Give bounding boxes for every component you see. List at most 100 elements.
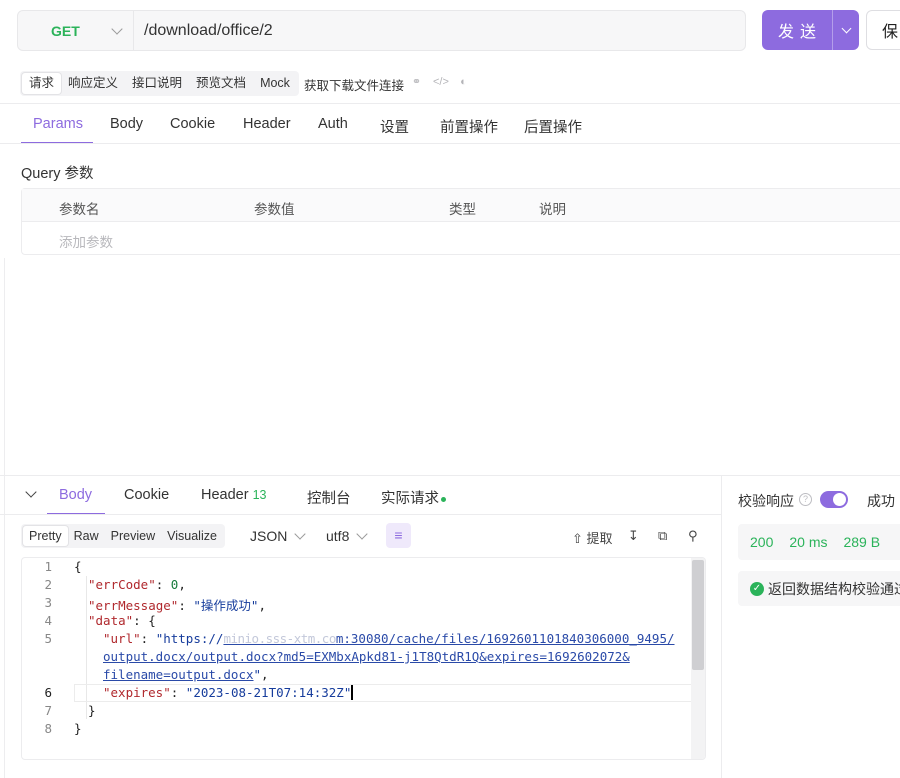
- request-url-bar: GET /download/office/2: [17, 10, 746, 51]
- scrollbar-thumb[interactable]: [692, 560, 704, 670]
- line-number: 5: [44, 631, 52, 646]
- tab-request[interactable]: 请求: [22, 73, 62, 94]
- response-time: 20 ms: [789, 534, 828, 550]
- json-key: "expires": [103, 685, 171, 700]
- tab-pre-operations[interactable]: 前置操作: [440, 116, 498, 137]
- validation-status: 成功: [867, 493, 895, 509]
- format-tabs: Pretty Raw Preview Visualize: [21, 524, 225, 548]
- header-count-badge: 13: [252, 488, 267, 502]
- json-key: "url": [103, 631, 141, 646]
- code-line: }: [74, 721, 82, 736]
- add-param-input[interactable]: 添加参数: [59, 231, 113, 251]
- json-key: "errCode": [88, 577, 156, 592]
- text-caret: [351, 685, 353, 700]
- column-header-name: 参数名: [59, 202, 100, 217]
- status-code: 200: [750, 534, 774, 550]
- encoding-select[interactable]: utf8: [326, 528, 369, 544]
- response-tab-body[interactable]: Body: [59, 487, 92, 503]
- check-circle-icon: ✓: [750, 581, 764, 596]
- save-button[interactable]: 保: [866, 10, 900, 50]
- tab-preview-doc[interactable]: 预览文档: [189, 73, 253, 94]
- json-string: "操作成功": [193, 598, 259, 613]
- doc-tabs: 请求 响应定义 接口说明 预览文档 Mock: [20, 71, 299, 96]
- api-name[interactable]: 获取下载文件连接: [304, 75, 404, 94]
- response-tab-cookie[interactable]: Cookie: [124, 487, 169, 503]
- copy-icon[interactable]: ⧉: [658, 528, 667, 544]
- help-icon[interactable]: ?: [799, 493, 812, 506]
- response-size: 289 B: [843, 534, 881, 550]
- response-tab-actual-request[interactable]: 实际请求: [381, 487, 446, 508]
- format-tab-raw[interactable]: Raw: [68, 526, 105, 546]
- word-wrap-icon[interactable]: ≡: [386, 523, 411, 548]
- json-number: 0: [170, 577, 179, 592]
- query-params-title: Query 参数: [21, 166, 94, 182]
- tab-auth[interactable]: Auth: [318, 116, 348, 132]
- send-button-group: 发送: [762, 10, 859, 50]
- code-line: output.docx/output.docx?md5=EXMbxApkd81-…: [103, 649, 630, 664]
- validate-response-label: 校验响应: [738, 493, 794, 509]
- extract-label: 提取: [586, 531, 613, 546]
- extract-button[interactable]: ⇧ 提取: [572, 528, 613, 547]
- line-number: 2: [44, 577, 52, 592]
- table-header: 参数名 参数值 类型 说明: [22, 189, 900, 222]
- extract-icon: ⇧: [572, 531, 583, 546]
- json-key: "errMessage": [88, 598, 179, 613]
- divider: [0, 143, 900, 144]
- response-tab-console[interactable]: 控制台: [307, 487, 351, 508]
- url-prefix: "https://: [155, 631, 224, 646]
- validation-message: 返回数据结构校验通过: [768, 580, 900, 597]
- method-select[interactable]: GET: [18, 11, 134, 50]
- status-dot-icon: [441, 496, 446, 502]
- tab-api-description[interactable]: 接口说明: [125, 73, 189, 94]
- tab-response-definition[interactable]: 响应定义: [61, 73, 125, 94]
- collapse-chevron-icon[interactable]: [25, 486, 37, 498]
- method-label: GET: [51, 22, 80, 39]
- history-icon[interactable]: ◐: [457, 76, 470, 89]
- format-tab-preview[interactable]: Preview: [105, 526, 161, 546]
- divider: [4, 258, 5, 778]
- url-line-3[interactable]: filename=output.docx: [103, 667, 254, 682]
- validate-toggle[interactable]: [820, 491, 848, 508]
- tab-body[interactable]: Body: [110, 116, 143, 132]
- code-line: }: [88, 703, 96, 718]
- code-icon[interactable]: </>: [433, 76, 449, 89]
- send-button[interactable]: 发送: [762, 18, 832, 42]
- toggle-knob: [833, 493, 846, 506]
- url-line-2[interactable]: output.docx/output.docx?md5=EXMbxApkd81-…: [103, 649, 630, 664]
- line-number: 3: [44, 595, 52, 610]
- format-tab-pretty[interactable]: Pretty: [23, 526, 68, 546]
- response-stats: 200 20 ms 289 B: [738, 524, 900, 560]
- scrollbar[interactable]: [691, 558, 705, 759]
- tab-mock[interactable]: Mock: [253, 73, 297, 94]
- url-input[interactable]: /download/office/2: [134, 22, 273, 40]
- tab-settings[interactable]: 设置: [380, 116, 409, 137]
- format-select[interactable]: JSON: [250, 528, 307, 544]
- line-number: 6: [44, 685, 52, 700]
- divider: [0, 103, 900, 104]
- code-line: "expires": "2023-08-21T07:14:32Z": [103, 685, 353, 700]
- column-header-description: 说明: [539, 202, 566, 217]
- send-dropdown-button[interactable]: [832, 10, 859, 50]
- chevron-down-icon: [294, 528, 307, 540]
- pane-splitter[interactable]: [0, 475, 900, 476]
- code-line: "url": "https://minio.sss-xtm.com:30080/…: [103, 631, 675, 646]
- response-tab-header[interactable]: Header 13: [201, 487, 267, 503]
- download-icon[interactable]: ↧: [628, 528, 639, 544]
- search-icon[interactable]: ⚲: [688, 528, 698, 544]
- divider: [721, 476, 722, 778]
- line-number: 8: [44, 721, 52, 736]
- tab-params[interactable]: Params: [33, 116, 83, 132]
- divider: [0, 514, 721, 515]
- tab-post-operations[interactable]: 后置操作: [524, 116, 582, 137]
- format-tab-visualize[interactable]: Visualize: [161, 526, 223, 546]
- blurred-host: minio.sss-xtm.co: [223, 631, 336, 646]
- response-code-viewer[interactable]: 1 2 3 4 5 6 7 8 { "errCode": 0, "errMess…: [21, 557, 706, 760]
- chevron-down-icon: [841, 23, 851, 33]
- tab-cookie[interactable]: Cookie: [170, 116, 215, 132]
- tab-header[interactable]: Header: [243, 116, 291, 132]
- url-line-1: m:30080/cache/files/1692601101840306000_…: [335, 631, 675, 646]
- link-icon[interactable]: ⚭: [410, 76, 423, 89]
- url-link[interactable]: minio.sss-xtm.com:30080/cache/files/1692…: [223, 631, 674, 646]
- line-number: 4: [44, 613, 52, 628]
- code-line: filename=output.docx",: [103, 667, 269, 682]
